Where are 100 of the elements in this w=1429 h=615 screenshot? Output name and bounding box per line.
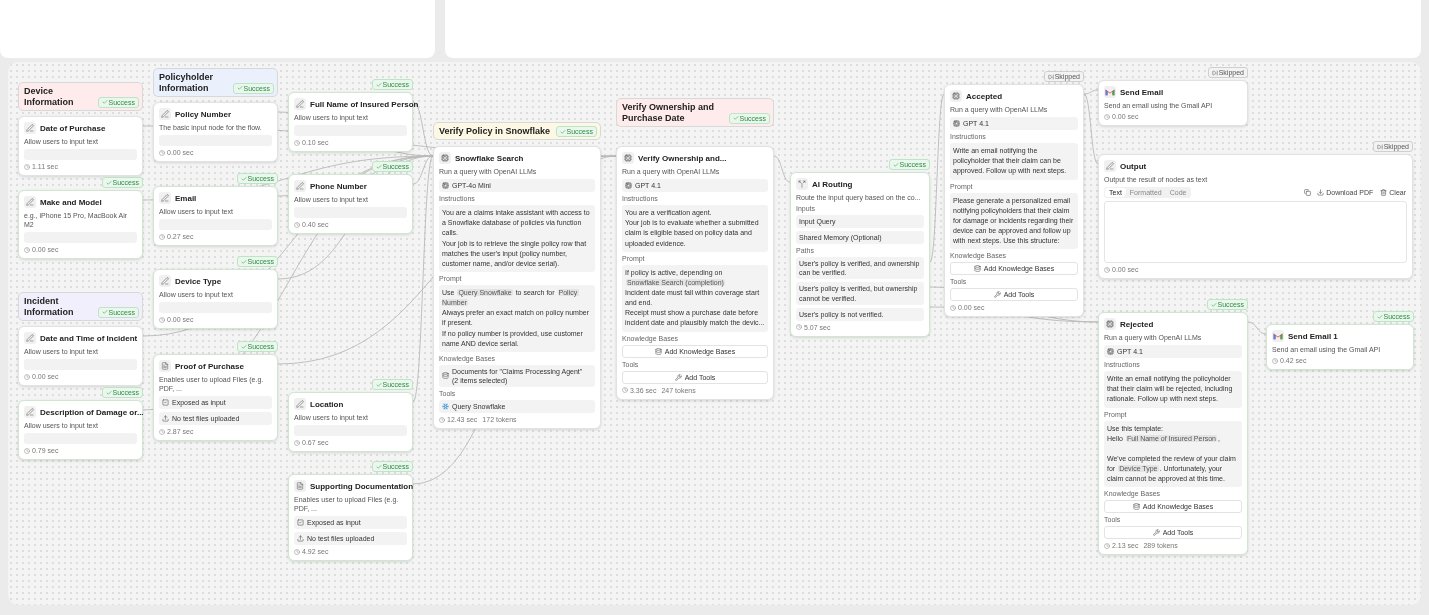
pen-icon xyxy=(1104,160,1116,172)
clock-icon xyxy=(294,439,300,446)
workflow-node[interactable] xyxy=(1098,312,1248,556)
clock-icon xyxy=(1104,542,1110,549)
clock-icon xyxy=(24,447,30,454)
skip-icon xyxy=(1376,143,1383,150)
node-title: Phone Number xyxy=(310,181,367,191)
check-icon xyxy=(892,161,899,168)
chip-icon xyxy=(622,152,634,164)
node-title: Output xyxy=(1120,161,1147,171)
check-icon xyxy=(375,463,382,470)
node-title: Date and Time of Incident xyxy=(40,333,138,343)
group-title: Policyholder Information xyxy=(159,72,214,94)
clock-icon xyxy=(294,139,300,146)
chip-icon xyxy=(1104,318,1116,330)
copy-icon[interactable] xyxy=(1304,189,1312,197)
check-icon xyxy=(236,85,243,92)
clock-icon xyxy=(1272,357,1278,364)
pen-icon xyxy=(294,180,306,192)
check-icon xyxy=(105,389,112,396)
pen-icon xyxy=(159,192,171,204)
node-title: Supporting Documentation xyxy=(310,481,414,491)
check-icon xyxy=(101,99,108,106)
node-title: Date of Purchase xyxy=(40,123,106,133)
chip-icon xyxy=(953,120,960,128)
pen-icon xyxy=(294,398,306,410)
workflow-node[interactable] xyxy=(790,172,930,337)
output-field[interactable] xyxy=(1104,201,1407,264)
check-icon xyxy=(240,343,247,350)
clock-icon xyxy=(950,304,956,311)
node-title: Proof of Purchase xyxy=(175,361,244,371)
clock-icon xyxy=(159,316,165,323)
check-icon xyxy=(375,81,382,88)
node-title: Make and Model xyxy=(40,197,102,207)
database-icon xyxy=(1132,503,1140,511)
group-title: Device Information xyxy=(24,86,75,108)
chip-icon xyxy=(442,182,449,190)
pen-icon xyxy=(159,108,171,120)
clock-icon xyxy=(159,428,165,435)
check-icon xyxy=(375,381,382,388)
node-title: Snowflake Search xyxy=(455,153,524,163)
node-title: Send Email 1 xyxy=(1288,331,1338,341)
pen-icon xyxy=(24,332,36,344)
node-title: Send Email xyxy=(1120,87,1164,97)
clock-icon xyxy=(1104,113,1110,120)
check-icon xyxy=(732,115,739,122)
chip-icon xyxy=(439,152,451,164)
workflow-node[interactable] xyxy=(433,146,601,430)
workflow-node[interactable] xyxy=(616,146,774,400)
node-title: Full Name of Insured Person xyxy=(310,99,419,109)
clock-icon xyxy=(439,416,445,423)
node-title: Accepted xyxy=(966,91,1002,101)
check-icon xyxy=(1210,301,1217,308)
database-icon xyxy=(442,372,449,380)
clock-icon xyxy=(294,221,300,228)
clock-icon xyxy=(622,387,628,394)
clock-icon xyxy=(24,163,30,170)
check-icon xyxy=(101,309,108,316)
database-icon xyxy=(973,265,981,273)
clock-icon xyxy=(24,246,30,253)
clock-icon xyxy=(796,324,802,331)
check-icon xyxy=(105,179,112,186)
split-icon xyxy=(796,178,808,190)
database-icon xyxy=(654,347,662,355)
wrench-icon xyxy=(993,291,1001,299)
chip-icon xyxy=(950,90,962,102)
connector-line xyxy=(773,155,791,183)
trash-icon xyxy=(1380,189,1388,197)
clock-icon xyxy=(159,149,165,156)
check-icon xyxy=(375,163,382,170)
node-title: AI Routing xyxy=(812,179,853,189)
node-title: Email xyxy=(175,193,197,203)
node-title: Rejected xyxy=(1120,319,1154,329)
check-icon xyxy=(559,128,566,135)
clock-icon xyxy=(294,548,300,555)
pen-icon xyxy=(294,98,306,110)
clock-icon xyxy=(159,233,165,240)
upload-icon xyxy=(297,535,304,543)
wrench-icon xyxy=(674,373,682,381)
skip-icon xyxy=(1047,73,1054,80)
snowflake-icon xyxy=(442,403,449,411)
node-title: Policy Number xyxy=(175,109,231,119)
upload-icon xyxy=(162,415,169,423)
connector-line xyxy=(1247,321,1267,335)
file-icon xyxy=(159,360,171,372)
workflow-node[interactable] xyxy=(944,84,1084,318)
clock-icon xyxy=(1104,266,1110,273)
node-title: Device Type xyxy=(175,276,222,286)
node-title: Description of Damage or... xyxy=(40,407,144,417)
node-title: Location xyxy=(310,399,344,409)
pen-icon xyxy=(159,275,171,287)
download-icon xyxy=(1317,189,1325,197)
checkbox-icon xyxy=(162,399,169,407)
checkbox-icon xyxy=(297,519,304,527)
pen-icon xyxy=(24,122,36,134)
mail-icon xyxy=(1272,330,1284,342)
check-icon xyxy=(240,258,247,265)
file-icon xyxy=(294,480,306,492)
check-icon xyxy=(240,175,247,182)
node-title: Verify Ownership and... xyxy=(638,153,727,163)
